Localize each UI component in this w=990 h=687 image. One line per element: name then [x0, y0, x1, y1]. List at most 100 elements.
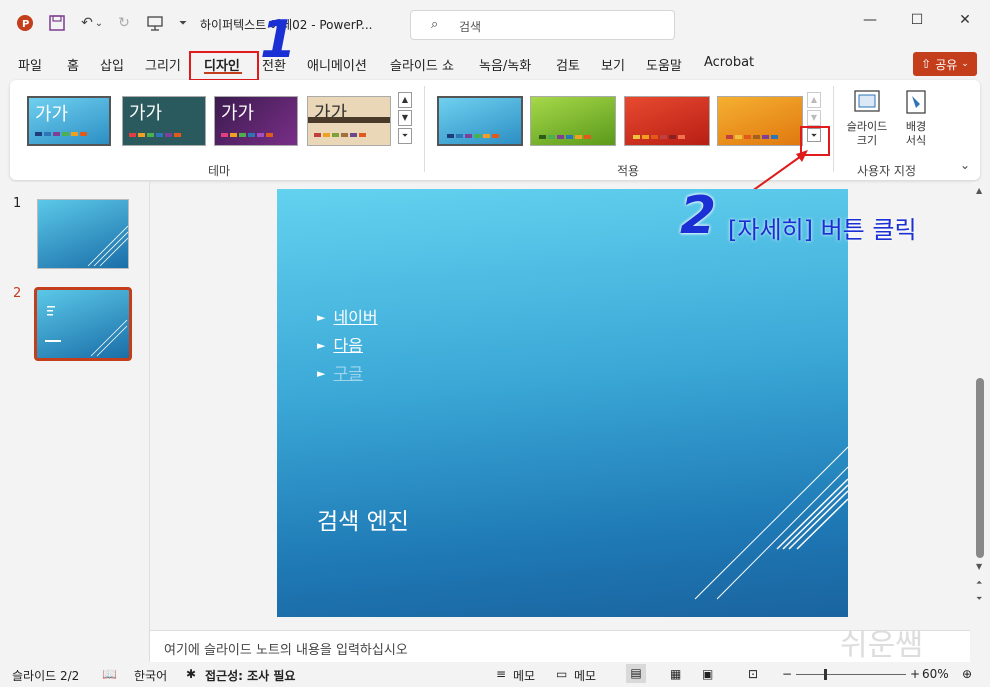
language-status[interactable]: 한국어: [134, 667, 167, 684]
format-background-button[interactable]: 배경 서식: [894, 88, 938, 148]
variant-thumbnail-3[interactable]: [624, 96, 710, 146]
hyperlink-naver[interactable]: 네이버: [333, 308, 377, 327]
search-icon: ⌕: [431, 17, 439, 32]
theme-sample-text: 가가: [221, 103, 255, 124]
share-label: 공유: [935, 57, 958, 72]
tab-animations[interactable]: 애니메이션: [307, 55, 367, 74]
scroll-up-icon[interactable]: ▲: [807, 92, 821, 108]
powerpoint-logo-icon: P: [14, 12, 36, 34]
tab-record[interactable]: 녹음/녹화: [479, 55, 531, 74]
scroll-up-icon[interactable]: ▲: [398, 92, 412, 108]
theme-thumbnail-4[interactable]: 가가: [307, 96, 391, 146]
slide-size-label: 슬라이드 크기: [846, 120, 888, 147]
bullet-item: ► 네이버: [317, 304, 378, 328]
tab-file[interactable]: 파일: [18, 55, 42, 74]
close-button[interactable]: ✕: [950, 12, 980, 34]
save-icon[interactable]: [46, 12, 68, 34]
group-label-variants: 적용: [617, 164, 640, 178]
normal-view-icon[interactable]: ▤: [626, 664, 646, 683]
slide-thumbnail-2[interactable]: [34, 287, 132, 361]
theme-thumbnail-3[interactable]: 가가: [214, 96, 298, 146]
theme-color-bars: [35, 132, 87, 136]
scrollbar-thumb[interactable]: [976, 378, 984, 558]
slide-counter: 슬라이드 2/2: [12, 669, 80, 683]
tab-home[interactable]: 홈: [67, 55, 79, 74]
chevron-down-icon: ⌄: [961, 59, 969, 69]
share-icon: ⇧: [921, 57, 932, 71]
collapse-ribbon-icon[interactable]: ⌄: [960, 158, 970, 172]
theme-sample-text: 가가: [35, 104, 69, 125]
format-background-label: 배경 서식: [905, 120, 927, 147]
tab-acrobat[interactable]: Acrobat: [704, 55, 754, 70]
zoom-out-icon[interactable]: −: [782, 667, 792, 681]
slide-size-icon: [854, 90, 880, 112]
next-slide-icon[interactable]: ⏷: [976, 594, 982, 604]
vertical-scrollbar[interactable]: ▲ ▼ ⏶ ⏷: [972, 182, 990, 630]
scroll-up-icon[interactable]: ▲: [976, 186, 982, 195]
search-input[interactable]: ⌕ 검색: [410, 10, 675, 40]
fit-to-window-icon[interactable]: ⊕: [962, 667, 972, 681]
theme-color-bars: [129, 133, 181, 137]
comments-button[interactable]: 메모: [574, 667, 596, 684]
ribbon-panel: 가가 가가 가가 가가 ▲ ▼ ⏷ 테마 ▲ ▼ ⏷ 적용 슬라이드 크기 배경…: [10, 80, 980, 180]
redo-icon[interactable]: ↻: [113, 12, 135, 34]
title-bar: P ↶ ⌄ ↻ ⏷ 하이퍼텍스트 예제02 - PowerP... ⌕ 검색 —…: [0, 0, 990, 46]
variant-color-bars: [539, 135, 591, 139]
zoom-slider-thumb[interactable]: [824, 669, 827, 680]
theme-color-bars: [314, 133, 366, 137]
tab-transitions[interactable]: 전환: [262, 55, 286, 74]
variant-color-bars: [633, 135, 685, 139]
undo-dropdown-icon[interactable]: ⌄: [92, 12, 106, 34]
accessibility-icon: ✱: [186, 667, 197, 681]
comments-icon: ▭: [556, 667, 568, 681]
theme-thumbnail-2[interactable]: 가가: [122, 96, 206, 146]
slideshow-view-icon[interactable]: ⊡: [748, 667, 758, 681]
tab-help[interactable]: 도움말: [646, 55, 682, 74]
search-placeholder: 검색: [459, 20, 482, 34]
slide-thumbnail-1[interactable]: [37, 199, 129, 269]
bullet-item: ► 구글: [317, 360, 363, 384]
bullet-marker-icon: ►: [317, 367, 326, 380]
reading-view-icon[interactable]: ▣: [702, 667, 713, 681]
annotation-step-2-text: [자세히] 버튼 클릭: [728, 216, 917, 244]
customize-qat-icon[interactable]: ⏷: [172, 12, 194, 34]
minimize-button[interactable]: —: [855, 12, 885, 34]
zoom-in-icon[interactable]: +: [910, 667, 920, 681]
scroll-down-icon[interactable]: ▼: [398, 110, 412, 126]
variant-thumbnail-1[interactable]: [437, 96, 523, 146]
variant-thumbnail-4[interactable]: [717, 96, 803, 146]
annotation-step-2: 2: [680, 186, 717, 246]
notes-button[interactable]: 메모: [513, 667, 535, 684]
ribbon-separator: [424, 86, 425, 172]
slide-size-button[interactable]: 슬라이드 크기: [842, 88, 892, 148]
variant-thumbnail-2[interactable]: [530, 96, 616, 146]
status-bar: 슬라이드 2/2 📖 한국어 ✱ 접근성: 조사 필요 ≡ 메모 ▭ 메모 ▤ …: [0, 662, 990, 687]
scroll-down-icon[interactable]: ▼: [807, 110, 821, 126]
hyperlink-google[interactable]: 구글: [333, 364, 362, 383]
zoom-level[interactable]: 60%: [922, 667, 949, 681]
theme-thumbnail-1[interactable]: 가가: [27, 96, 111, 146]
hyperlink-daum[interactable]: 다음: [333, 336, 362, 355]
tab-view[interactable]: 보기: [601, 55, 625, 74]
tab-review[interactable]: 검토: [556, 55, 580, 74]
ribbon-separator: [833, 86, 834, 172]
slideshow-icon[interactable]: [144, 12, 166, 34]
bullet-marker-icon: ►: [317, 311, 326, 324]
slide-sorter-icon[interactable]: ▦: [670, 667, 681, 681]
slide-canvas[interactable]: ► 네이버 ► 다음 ► 구글 검색 엔진: [277, 189, 848, 617]
tab-draw[interactable]: 그리기: [145, 55, 181, 74]
format-background-icon: [906, 90, 926, 114]
maximize-button[interactable]: ☐: [902, 12, 932, 34]
scroll-down-icon[interactable]: ▼: [976, 562, 982, 571]
share-button[interactable]: ⇧ 공유 ⌄: [913, 52, 977, 76]
variant-color-bars: [447, 134, 499, 138]
accessibility-status[interactable]: 접근성: 조사 필요: [205, 667, 295, 684]
slide-title[interactable]: 검색 엔진: [317, 502, 409, 536]
spell-check-icon[interactable]: 📖: [102, 667, 117, 681]
tab-insert[interactable]: 삽입: [100, 55, 124, 74]
tab-slideshow[interactable]: 슬라이드 쇼: [390, 55, 454, 74]
slide-thumbnail-pane: 1 2: [0, 182, 150, 662]
zoom-slider[interactable]: [796, 669, 906, 680]
more-themes-icon[interactable]: ⏷: [398, 128, 412, 144]
previous-slide-icon[interactable]: ⏶: [976, 578, 982, 588]
